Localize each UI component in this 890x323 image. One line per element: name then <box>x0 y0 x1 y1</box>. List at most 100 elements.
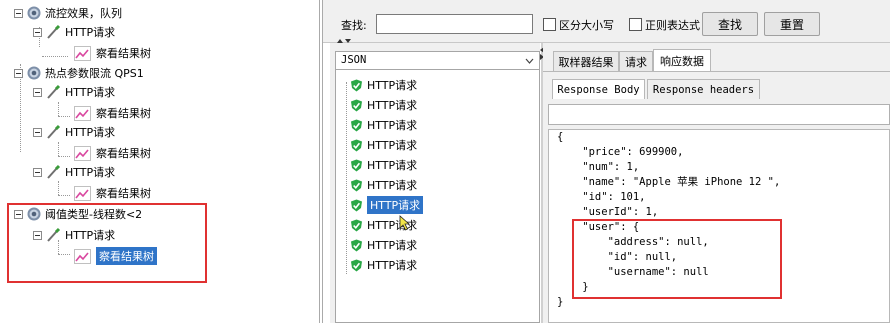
success-check-icon <box>351 79 362 91</box>
search-bar: 查找: 区分大小写 正则表达式 查找 重置 <box>323 0 890 43</box>
tree-node-thread-group[interactable]: 热点参数限流 QPS1 <box>14 64 144 82</box>
list-item-label: HTTP请求 <box>367 196 424 214</box>
success-check-icon <box>351 199 362 211</box>
mouse-cursor-icon <box>399 215 411 231</box>
list-item-label: HTTP请求 <box>367 239 418 252</box>
list-item[interactable]: HTTP请求 <box>350 255 417 275</box>
tree-node-label: 热点参数限流 QPS1 <box>45 67 144 80</box>
list-item[interactable]: HTTP请求 <box>350 155 417 175</box>
tree-node-http-request[interactable]: HTTP请求 <box>33 123 115 141</box>
reset-button[interactable]: 重置 <box>764 12 820 36</box>
json-line: "id": 101, <box>557 191 646 203</box>
tree-connector <box>58 102 59 116</box>
chevron-down-icon[interactable] <box>525 58 534 64</box>
tree-node-label: HTTP请求 <box>65 166 116 179</box>
list-item-selected[interactable]: HTTP请求 <box>350 195 424 215</box>
tree-connector <box>42 56 68 57</box>
tree-connector <box>58 142 59 156</box>
tree-node-label: 察看结果树 <box>96 107 151 120</box>
tree-connector <box>58 156 70 157</box>
regex-label: 正则表达式 <box>645 19 700 32</box>
success-check-icon <box>351 239 362 251</box>
json-line: "num": 1, <box>557 161 640 173</box>
list-item[interactable]: HTTP请求 <box>350 235 417 255</box>
collapse-toggle-icon[interactable] <box>33 167 42 177</box>
http-request-pipette-icon <box>47 84 61 99</box>
test-plan-tree: 流控效果，队列 HTTP请求 察看结果树 热点参数限流 QPS1 HTTP请求 … <box>0 0 318 323</box>
json-line: "userId": 1, <box>557 206 659 218</box>
tab-response-data[interactable]: 响应数据 <box>653 49 711 71</box>
renderer-select-value: JSON <box>341 54 367 66</box>
tree-connector <box>58 116 70 117</box>
case-sensitive-checkbox[interactable] <box>543 18 556 31</box>
list-connector <box>346 82 347 274</box>
collapse-toggle-icon[interactable] <box>14 68 23 78</box>
collapse-toggle-icon[interactable] <box>33 27 42 37</box>
tree-node-label: HTTP请求 <box>65 126 116 139</box>
success-check-icon <box>351 259 362 271</box>
search-label: 查找: <box>341 19 367 32</box>
success-check-icon <box>351 119 362 131</box>
subtab-response-body[interactable]: Response Body <box>552 79 645 99</box>
view-results-tree-listener-icon <box>74 45 91 61</box>
tree-node-label: 流控效果，队列 <box>45 7 122 20</box>
success-check-icon <box>351 159 362 171</box>
tree-node-http-request[interactable]: HTTP请求 <box>33 23 115 41</box>
list-item-label: HTTP请求 <box>367 179 418 192</box>
list-item[interactable]: HTTP请求 <box>350 175 417 195</box>
annotation-highlight-box <box>7 203 207 283</box>
tree-node-view-results-tree[interactable]: 察看结果树 <box>74 184 151 202</box>
list-item-label: HTTP请求 <box>367 159 418 172</box>
tree-connector <box>58 181 59 195</box>
http-request-pipette-icon <box>47 164 61 179</box>
tree-connector <box>58 195 70 196</box>
collapse-toggle-icon[interactable] <box>33 87 42 97</box>
json-line: "price": 699900, <box>557 146 684 158</box>
sample-results-pane: JSON HTTP请求 HTTP请求 HTTP请求 HTTP请求 HTTP请求 … <box>330 43 540 323</box>
view-results-tree-listener-icon <box>74 145 91 161</box>
list-item[interactable]: HTTP请求 <box>350 95 417 115</box>
pane-divider <box>319 0 320 323</box>
view-results-tree-listener-icon <box>74 105 91 121</box>
collapse-toggle-icon[interactable] <box>33 127 42 137</box>
success-check-icon <box>351 99 362 111</box>
tree-node-http-request[interactable]: HTTP请求 <box>33 163 115 181</box>
json-line: } <box>557 296 564 308</box>
list-item[interactable]: HTTP请求 <box>350 115 417 135</box>
list-item[interactable]: HTTP请求 <box>350 75 417 95</box>
search-input[interactable] <box>376 14 533 34</box>
success-check-icon <box>351 139 362 151</box>
tree-node-label: 察看结果树 <box>96 147 151 160</box>
tree-node-thread-group[interactable]: 流控效果，队列 <box>14 4 122 22</box>
list-item-label: HTTP请求 <box>367 139 418 152</box>
list-item-label: HTTP请求 <box>367 79 418 92</box>
sample-results-list[interactable]: HTTP请求 HTTP请求 HTTP请求 HTTP请求 HTTP请求 HTTP请… <box>335 69 540 323</box>
success-check-icon <box>351 219 362 231</box>
thread-group-gear-icon <box>27 6 41 20</box>
thread-group-gear-icon <box>27 66 41 80</box>
response-toolbar-field[interactable] <box>548 104 890 125</box>
tab-sampler-result[interactable]: 取样器结果 <box>553 51 619 71</box>
view-results-tree-listener-icon <box>74 185 91 201</box>
tab-request[interactable]: 请求 <box>619 51 653 71</box>
http-request-pipette-icon <box>47 124 61 139</box>
renderer-select[interactable]: JSON <box>335 51 540 70</box>
subtab-response-headers[interactable]: Response headers <box>647 79 760 99</box>
json-line: { <box>557 131 564 143</box>
tree-node-view-results-tree[interactable]: 察看结果树 <box>74 144 151 162</box>
tree-node-http-request[interactable]: HTTP请求 <box>33 83 115 101</box>
list-item-label: HTTP请求 <box>367 99 418 112</box>
annotation-highlight-box <box>572 219 782 299</box>
tree-node-view-results-tree[interactable]: 察看结果树 <box>74 44 151 62</box>
find-button[interactable]: 查找 <box>702 12 758 36</box>
json-line: "name": "Apple 苹果 iPhone 12 ", <box>557 176 781 188</box>
http-request-pipette-icon <box>47 24 61 39</box>
tree-node-view-results-tree[interactable]: 察看结果树 <box>74 104 151 122</box>
regex-checkbox[interactable] <box>629 18 642 31</box>
tree-node-label: 察看结果树 <box>96 47 151 60</box>
pane-divider[interactable] <box>322 0 323 323</box>
list-item[interactable]: HTTP请求 <box>350 135 417 155</box>
tree-node-label: HTTP请求 <box>65 26 116 39</box>
collapse-toggle-icon[interactable] <box>14 8 23 18</box>
tree-node-label: 察看结果树 <box>96 187 151 200</box>
